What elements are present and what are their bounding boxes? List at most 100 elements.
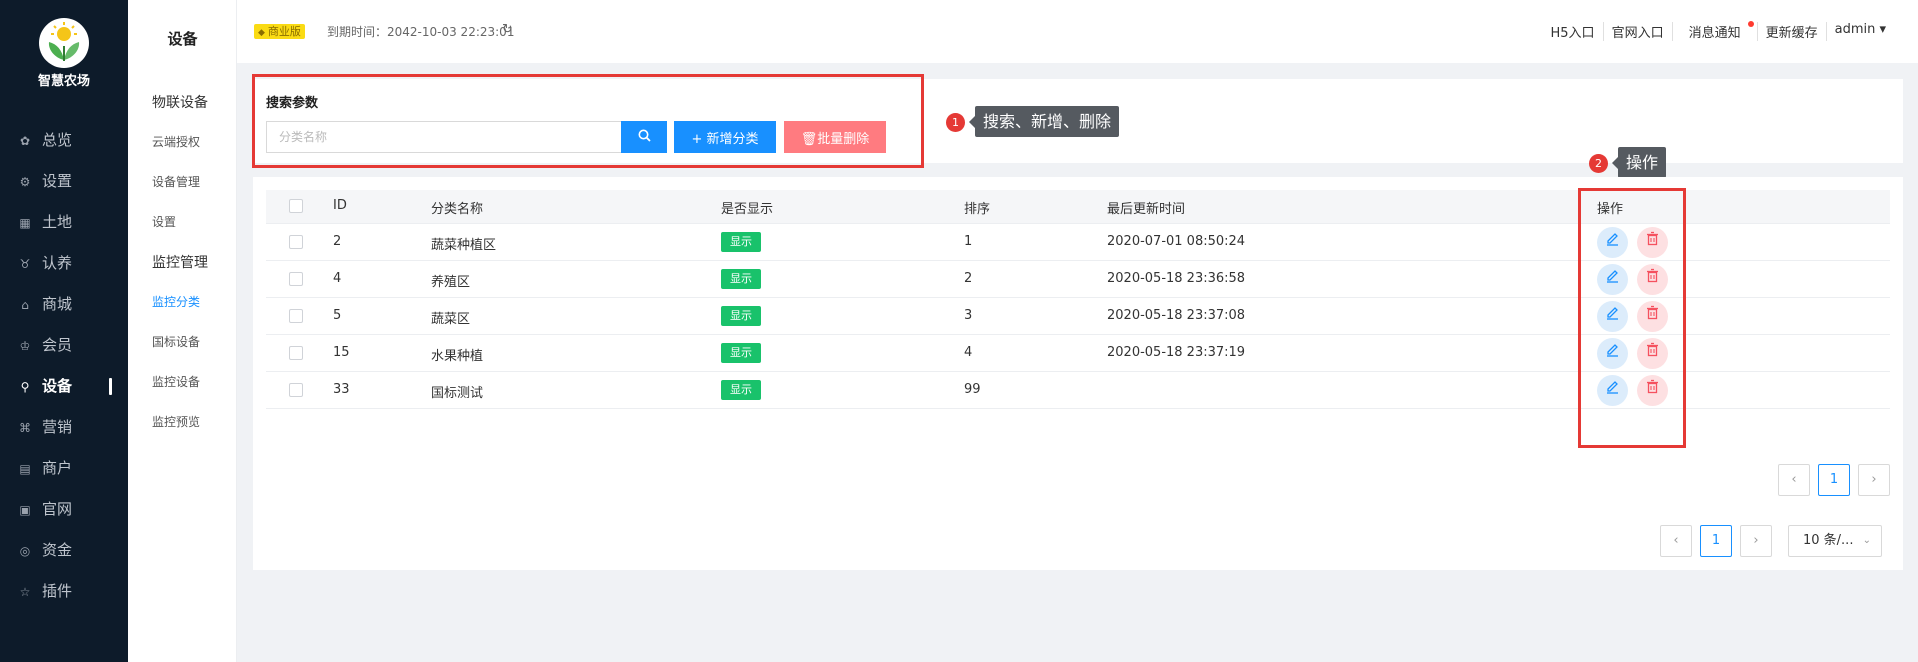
subnav-item-monitor-preview[interactable]: 监控预览 <box>152 413 200 430</box>
edition-badge: ◆ 商业版 <box>254 24 305 39</box>
row-checkbox[interactable] <box>289 271 303 286</box>
cell-id: 2 <box>333 233 342 249</box>
subnav-item-device-manage[interactable]: 设备管理 <box>152 173 200 190</box>
visible-badge: 显示 <box>721 268 761 289</box>
cell-updated-time: 2020-05-18 23:37:08 <box>1107 307 1246 323</box>
nav-item-3[interactable]: ♉ 认养 <box>0 243 128 284</box>
page-1-button-2[interactable]: 1 <box>1700 525 1732 557</box>
nav-item-label: 商城 <box>42 295 73 313</box>
column-id: ID <box>333 198 347 213</box>
row-checkbox[interactable] <box>289 382 303 397</box>
nav-item-label: 商户 <box>42 459 73 477</box>
diamond-icon: ◆ <box>258 28 265 38</box>
cell-category-name: 国标测试 <box>431 385 484 401</box>
nav-item-label: 认养 <box>42 254 73 272</box>
plugin-icon: ☆ <box>19 585 31 599</box>
prev-page-button[interactable]: ‹ <box>1778 464 1810 496</box>
column-category-name: 分类名称 <box>431 202 484 217</box>
website-entry-link[interactable]: 官网入口 <box>1602 22 1672 41</box>
cell-sort: 2 <box>964 270 973 286</box>
visible-badge: 显示 <box>721 305 761 326</box>
annotation-box-search <box>252 74 924 168</box>
annotation-number-1: 1 <box>946 113 965 132</box>
cell-category-name: 蔬菜区 <box>431 311 471 327</box>
shop-icon: ⌂ <box>21 298 29 312</box>
row-checkbox[interactable] <box>289 308 303 323</box>
clear-cache-link[interactable]: 更新缓存 <box>1756 22 1826 41</box>
marketing-icon: ⌘ <box>19 421 31 435</box>
cell-sort: 4 <box>964 344 973 360</box>
nav-item-10[interactable]: ◎ 资金 <box>0 530 128 571</box>
nav-item-8[interactable]: ▤ 商户 <box>0 448 128 489</box>
prev-page-button-2[interactable]: ‹ <box>1660 525 1692 557</box>
nav-item-label: 官网 <box>42 500 73 518</box>
app-root: 智慧农场 ✿ 总览 ⚙ 设置 ▦ 土地 ♉ 认养 ⌂ 商城 ♔ 会员 ⚲ 设备 ⌘ 营销 ▤ 商户 ▣ 官网 ◎ 资金 ☆ 插… <box>0 0 1918 662</box>
nav-item-1[interactable]: ⚙ 设置 <box>0 161 128 202</box>
subnav-item-monitor-category[interactable]: 监控分类 <box>152 293 200 310</box>
main-nav: ✿ 总览 ⚙ 设置 ▦ 土地 ♉ 认养 ⌂ 商城 ♔ 会员 ⚲ 设备 ⌘ 营销 ▤ 商户 ▣ 官网 ◎ 资金 ☆ 插件 <box>0 120 128 612</box>
top-header: ◆ 商业版 到期时间：2042-10-03 22:23:01 ↻ H5入口 官网入… <box>237 0 1918 63</box>
column-visible: 是否显示 <box>721 202 774 217</box>
refresh-icon[interactable]: ↻ <box>502 22 513 37</box>
nav-item-5[interactable]: ♔ 会员 <box>0 325 128 366</box>
visible-badge: 显示 <box>721 342 761 363</box>
settings-icon: ⚙ <box>19 175 31 189</box>
admin-menu[interactable]: admin ▾ <box>1825 22 1894 41</box>
visible-badge: 显示 <box>721 231 761 252</box>
notification-dot <box>1747 21 1754 27</box>
brand-name: 智慧农场 <box>37 74 90 89</box>
subnav-item-cloud-auth[interactable]: 云端授权 <box>152 133 200 150</box>
subnav-section-iot[interactable]: 物联设备 <box>152 92 208 112</box>
select-all-checkbox[interactable] <box>289 199 303 213</box>
h5-entry-link[interactable]: H5入口 <box>1543 22 1603 41</box>
page-size-select[interactable]: 10 条/... ⌄ <box>1788 525 1882 557</box>
nav-item-label: 会员 <box>42 336 73 354</box>
cell-sort: 3 <box>964 307 973 323</box>
nav-item-label: 营销 <box>42 418 73 436</box>
subnav-item-settings[interactable]: 设置 <box>152 213 176 230</box>
grid-icon: ▦ <box>19 216 31 230</box>
annotation-tip-2: 操作 <box>1611 147 1667 178</box>
nav-item-11[interactable]: ☆ 插件 <box>0 571 128 612</box>
visible-badge: 显示 <box>721 379 761 400</box>
cell-updated-time: 2020-05-18 23:36:58 <box>1107 270 1246 286</box>
subnav-item-monitor-device[interactable]: 监控设备 <box>152 373 200 390</box>
cell-category-name: 蔬菜种植区 <box>431 237 497 253</box>
nav-item-2[interactable]: ▦ 土地 <box>0 202 128 243</box>
sub-sidebar-title: 设备 <box>167 30 198 48</box>
header-links: H5入口 官网入口 消息通知 更新缓存 admin ▾ <box>1543 21 1894 41</box>
page-1-button[interactable]: 1 <box>1818 464 1850 496</box>
cell-sort: 1 <box>964 233 973 249</box>
chevron-down-icon: ⌄ <box>1862 535 1871 546</box>
nav-item-4[interactable]: ⌂ 商城 <box>0 284 128 325</box>
column-updated-time: 最后更新时间 <box>1107 202 1186 217</box>
member-icon: ♔ <box>19 339 31 353</box>
next-page-button-2[interactable]: › <box>1740 525 1772 557</box>
annotation-tip-1: 搜索、新增、删除 <box>968 106 1120 137</box>
nav-item-7[interactable]: ⌘ 营销 <box>0 407 128 448</box>
adopt-icon: ♉ <box>19 257 31 271</box>
nav-item-0[interactable]: ✿ 总览 <box>0 120 128 161</box>
merchant-icon: ▤ <box>19 462 31 476</box>
cell-sort: 99 <box>964 381 981 397</box>
nav-item-6[interactable]: ⚲ 设备 <box>0 366 128 407</box>
subnav-item-gb-device[interactable]: 国标设备 <box>152 333 200 350</box>
gear-flower-icon: ✿ <box>19 134 31 148</box>
funds-icon: ◎ <box>19 544 31 558</box>
cell-updated-time: 2020-05-18 23:37:19 <box>1107 344 1246 360</box>
nav-item-label: 设置 <box>42 172 73 190</box>
next-page-button[interactable]: › <box>1858 464 1890 496</box>
annotation-number-2: 2 <box>1589 154 1608 173</box>
subnav-section-monitor[interactable]: 监控管理 <box>152 252 208 272</box>
expire-time: 到期时间：2042-10-03 22:23:01 <box>327 25 515 39</box>
nav-item-label: 设备 <box>42 377 73 395</box>
row-checkbox[interactable] <box>289 345 303 360</box>
notification-link[interactable]: 消息通知 <box>1671 21 1757 41</box>
nav-item-label: 资金 <box>42 541 73 559</box>
nav-item-label: 土地 <box>42 213 73 231</box>
column-sort: 排序 <box>964 202 991 217</box>
cell-id: 33 <box>333 381 350 397</box>
row-checkbox[interactable] <box>289 234 303 249</box>
nav-item-9[interactable]: ▣ 官网 <box>0 489 128 530</box>
nav-item-label: 总览 <box>42 131 73 149</box>
